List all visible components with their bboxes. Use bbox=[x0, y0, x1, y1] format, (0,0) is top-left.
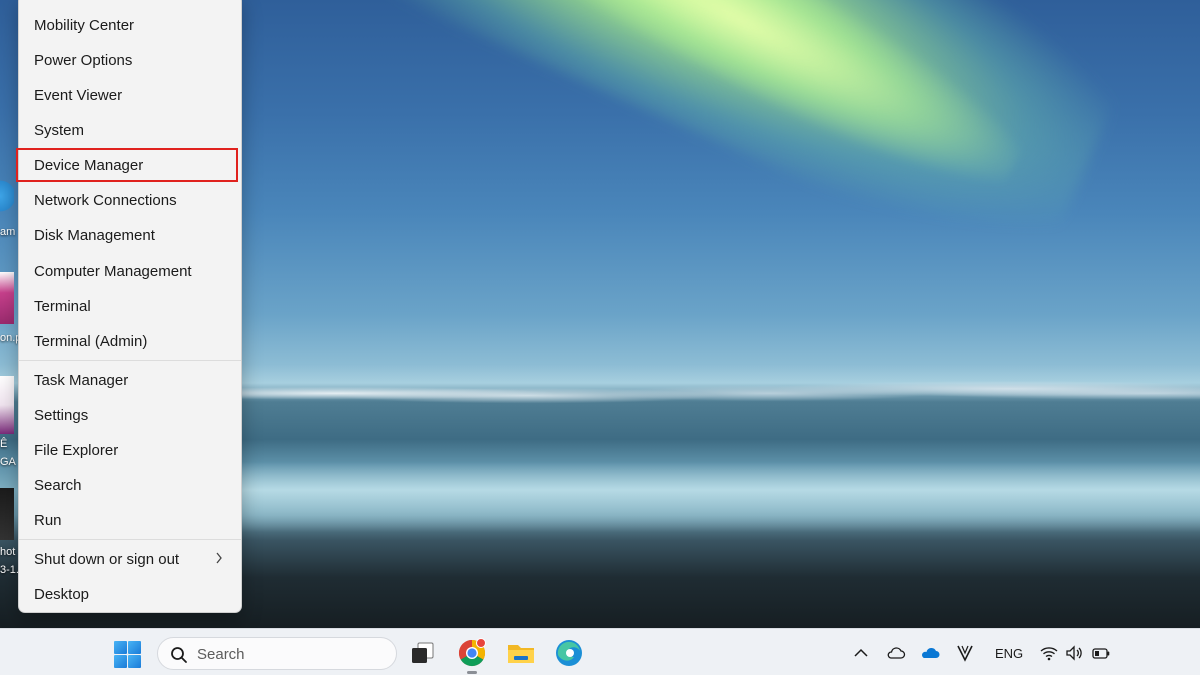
desktop-icon-label: am bbox=[0, 226, 16, 238]
windows-logo-icon bbox=[114, 655, 127, 668]
taskbar-search-box[interactable]: Search bbox=[157, 637, 397, 670]
desktop-icon-label: GA bbox=[0, 456, 16, 468]
taskbar: Search ENG bbox=[0, 628, 1200, 675]
desktop-icon-label: Ê bbox=[0, 438, 8, 450]
chrome-icon[interactable] bbox=[457, 638, 487, 668]
chevron-up-icon[interactable] bbox=[851, 643, 871, 663]
battery-icon[interactable] bbox=[1091, 643, 1111, 663]
menu-item-label: Search bbox=[34, 476, 82, 494]
cloud-outline-icon[interactable] bbox=[886, 643, 906, 663]
cloud-bank bbox=[240, 368, 1200, 414]
edge-icon[interactable] bbox=[554, 638, 584, 668]
start-button[interactable] bbox=[113, 640, 141, 668]
running-app-indicator bbox=[467, 671, 477, 674]
windows-logo-icon bbox=[128, 641, 141, 654]
windows-logo-icon bbox=[128, 655, 141, 668]
menu-item-search[interactable]: Search bbox=[19, 468, 241, 502]
menu-item-desktop[interactable]: Desktop bbox=[19, 577, 241, 611]
menu-item-label: Computer Management bbox=[34, 262, 192, 280]
menu-item-label: Shut down or sign out bbox=[34, 550, 180, 568]
menu-item-computer-management[interactable]: Computer Management bbox=[19, 254, 241, 288]
menu-item-settings[interactable]: Settings bbox=[19, 398, 241, 432]
menu-item-label: Network Connections bbox=[34, 191, 177, 209]
search-placeholder: Search bbox=[197, 646, 245, 663]
menu-item-label: Terminal bbox=[34, 297, 91, 315]
windows-logo-icon bbox=[114, 641, 127, 654]
menu-item-network-connections[interactable]: Network Connections bbox=[19, 183, 241, 217]
chevron-right-icon bbox=[215, 551, 223, 567]
menu-separator bbox=[19, 360, 241, 361]
winx-quick-link-menu: Mobility Center Power Options Event View… bbox=[16, 0, 242, 613]
menu-item-mobility-center[interactable]: Mobility Center bbox=[19, 8, 241, 42]
desktop-icon-4[interactable] bbox=[0, 488, 14, 540]
menu-item-power-options[interactable]: Power Options bbox=[19, 43, 241, 77]
wifi-icon[interactable] bbox=[1039, 643, 1059, 663]
sea-surf bbox=[240, 462, 1200, 532]
search-icon bbox=[170, 646, 188, 664]
menu-item-label: Run bbox=[34, 511, 62, 529]
menu-item-system[interactable]: System bbox=[19, 113, 241, 147]
menu-item-label: Mobility Center bbox=[34, 16, 135, 34]
desktop-icon-2[interactable] bbox=[0, 272, 14, 324]
menu-item-label: Disk Management bbox=[34, 226, 155, 244]
menu-item-file-explorer[interactable]: File Explorer bbox=[19, 433, 241, 467]
vpn-v-icon[interactable] bbox=[955, 643, 975, 663]
menu-item-label: System bbox=[34, 121, 85, 139]
menu-separator bbox=[19, 539, 241, 540]
menu-item-shut-down-or-sign-out[interactable]: Shut down or sign out bbox=[19, 542, 241, 576]
menu-item-label: Task Manager bbox=[34, 371, 129, 389]
menu-item-event-viewer[interactable]: Event Viewer bbox=[19, 78, 241, 112]
menu-item-label: File Explorer bbox=[34, 441, 119, 459]
menu-item-label: Device Manager bbox=[34, 156, 144, 174]
onedrive-icon[interactable] bbox=[920, 643, 940, 663]
menu-item-label: Terminal (Admin) bbox=[34, 332, 148, 350]
menu-item-label: Power Options bbox=[34, 51, 133, 69]
input-language-indicator[interactable]: ENG bbox=[995, 646, 1023, 661]
desktop-icon-1[interactable] bbox=[0, 175, 14, 217]
task-view-icon[interactable] bbox=[408, 638, 438, 668]
menu-item-task-manager[interactable]: Task Manager bbox=[19, 363, 241, 397]
menu-item-device-manager[interactable]: Device Manager bbox=[16, 148, 238, 182]
menu-item-label: Settings bbox=[34, 406, 89, 424]
file-explorer-icon[interactable] bbox=[506, 638, 536, 668]
menu-item-terminal-admin[interactable]: Terminal (Admin) bbox=[19, 324, 241, 358]
desktop-icon-label: hot bbox=[0, 546, 16, 558]
menu-item-label: Event Viewer bbox=[34, 86, 123, 104]
menu-item-run[interactable]: Run bbox=[19, 503, 241, 537]
desktop-icon-label: 3-1. bbox=[0, 564, 19, 576]
menu-item-disk-management[interactable]: Disk Management bbox=[19, 218, 241, 252]
desktop-icon-3[interactable] bbox=[0, 376, 14, 434]
menu-item-label: Desktop bbox=[34, 585, 90, 603]
menu-item-terminal[interactable]: Terminal bbox=[19, 289, 241, 323]
volume-icon[interactable] bbox=[1064, 643, 1084, 663]
